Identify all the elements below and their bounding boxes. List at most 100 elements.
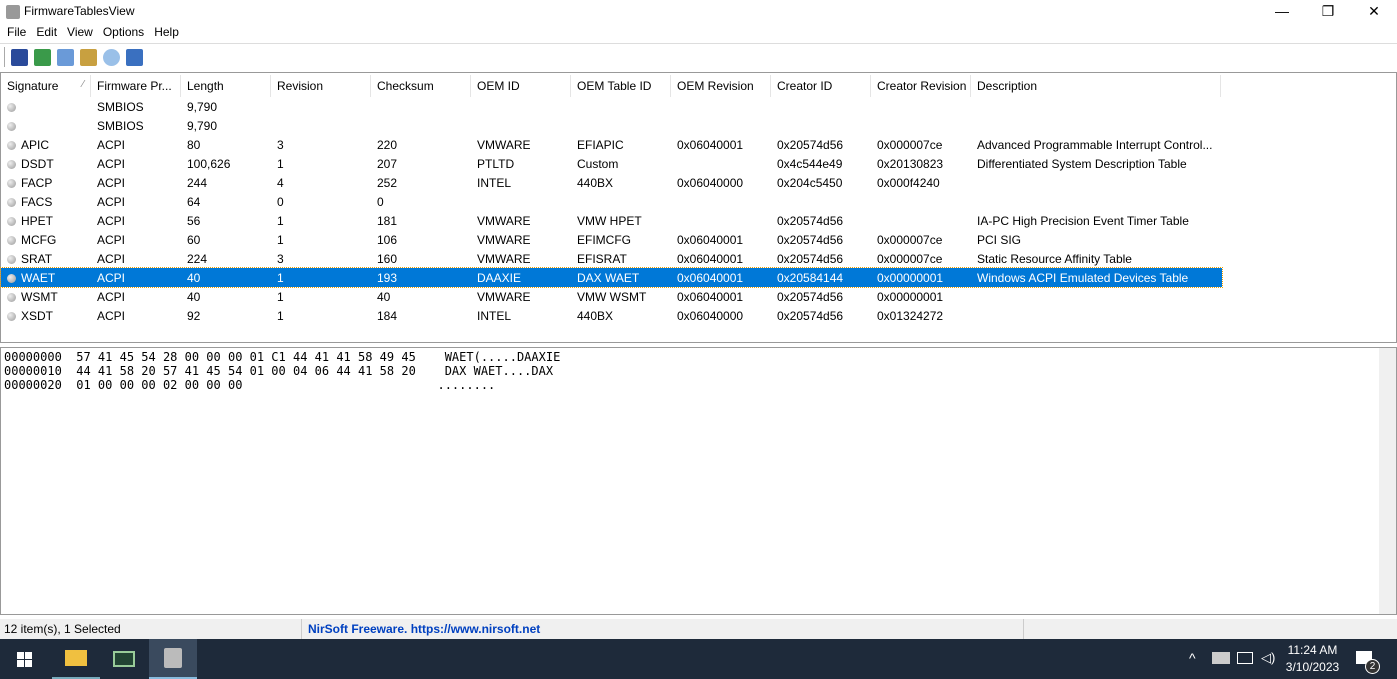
menu-view[interactable]: View: [62, 24, 98, 43]
cell-text: Windows ACPI Emulated Devices Table: [977, 271, 1189, 285]
table-cell: 0x20574d56: [771, 135, 871, 154]
menu-help[interactable]: Help: [149, 24, 184, 43]
cell-text: 0x06040001: [677, 252, 744, 266]
find-icon[interactable]: [103, 48, 120, 66]
table-cell: ACPI: [91, 211, 181, 230]
toolbar-separator: [4, 47, 5, 67]
cell-text: VMWARE: [477, 138, 531, 152]
table-cell: [971, 116, 1221, 135]
table-cell: 0x06040001: [671, 135, 771, 154]
network-icon[interactable]: [1237, 652, 1253, 664]
column-header[interactable]: Length: [181, 75, 271, 97]
tables-list[interactable]: Signature ⁄ Firmware Pr... Length Revision Ch…: [0, 72, 1397, 343]
copy-icon[interactable]: [57, 48, 74, 66]
column-header[interactable]: OEM Revision: [671, 75, 771, 97]
table-row[interactable]: SMBIOS 9,790: [1, 116, 1222, 135]
cell-text: VMW HPET: [577, 214, 642, 228]
cell-text: 193: [377, 271, 398, 285]
column-header[interactable]: Description: [971, 75, 1221, 97]
column-header[interactable]: Creator Revision: [871, 75, 971, 97]
table-row[interactable]: WSMT ACPI 40 1 40 VMWARE VMW WSMT 0x06040001 0x2…: [1, 287, 1222, 306]
maximize-button[interactable]: ❐: [1305, 0, 1351, 24]
start-button[interactable]: [0, 639, 48, 679]
cell-text: 0x00000001: [877, 271, 944, 285]
table-cell: DAAXIE: [471, 268, 571, 287]
cell-text: 0x20574d56: [777, 233, 844, 247]
table-cell: 0x06040000: [671, 306, 771, 325]
close-button[interactable]: ✕: [1351, 0, 1397, 24]
table-cell: 0x01324272: [871, 306, 971, 325]
firmwaretablesview-taskbar-button[interactable]: [149, 639, 197, 679]
file-explorer-button[interactable]: [52, 639, 100, 679]
cell-text: ACPI: [97, 252, 126, 266]
table-cell: VMW WSMT: [571, 287, 671, 306]
table-cell: Custom: [571, 154, 671, 173]
table-cell: [571, 116, 671, 135]
save-icon[interactable]: [11, 48, 28, 66]
column-header[interactable]: Firmware Pr...: [91, 75, 181, 97]
show-hidden-icons-chevron[interactable]: ^: [1189, 650, 1196, 666]
column-header-label: OEM Table ID: [577, 79, 652, 93]
refresh-icon[interactable]: [34, 48, 51, 66]
table-cell: 181: [371, 211, 471, 230]
cell-text: 0x20574d56: [777, 252, 844, 266]
table-row[interactable]: SMBIOS 9,790: [1, 97, 1222, 116]
column-header[interactable]: Creator ID: [771, 75, 871, 97]
column-header[interactable]: OEM Table ID: [571, 75, 671, 97]
table-cell: 0x00000001: [871, 287, 971, 306]
table-cell: 100,626: [181, 154, 271, 173]
date: 3/10/2023: [1285, 660, 1340, 674]
cell-text: VMWARE: [477, 252, 531, 266]
cell-text: SMBIOS: [97, 100, 144, 114]
volume-icon[interactable]: ◁): [1261, 650, 1275, 666]
cell-text: 4: [277, 176, 284, 190]
table-row[interactable]: DSDT ACPI 100,626 1 207 PTLTD Custom 0x4c544e49…: [1, 154, 1222, 173]
table-cell: [771, 192, 871, 211]
cell-text: 9,790: [187, 119, 218, 133]
table-row[interactable]: WAET ACPI 40 1 193 DAAXIE DAX WAET 0x06040001 0x…: [0, 267, 1223, 288]
table-cell: 0x000007ce: [871, 230, 971, 249]
cell-text: ACPI: [97, 176, 126, 190]
column-header-label: Firmware Pr...: [97, 79, 172, 93]
column-header[interactable]: Revision: [271, 75, 371, 97]
table-row[interactable]: HPET ACPI 56 1 181 VMWARE VMW HPET 0x20574d56 IA…: [1, 211, 1222, 230]
cell-text: 92: [187, 309, 201, 323]
menu-file[interactable]: File: [2, 24, 31, 43]
cell-text: 60: [187, 233, 201, 247]
table-row[interactable]: FACS ACPI 64 0 0: [1, 192, 1222, 211]
table-cell: WSMT: [1, 287, 91, 306]
table-row[interactable]: MCFG ACPI 60 1 106 VMWARE EFIMCFG 0x06040001 0x2…: [1, 230, 1222, 249]
cell-text: MCFG: [21, 233, 57, 247]
table-row[interactable]: APIC ACPI 80 3 220 VMWARE EFIAPIC 0x06040001 0x2…: [1, 135, 1222, 154]
table-row[interactable]: SRAT ACPI 224 3 160 VMWARE EFISRAT 0x06040001 0x…: [1, 249, 1222, 268]
time: 11:24 AM: [1287, 643, 1338, 657]
minimize-button[interactable]: —: [1259, 0, 1305, 24]
column-header[interactable]: Signature ⁄: [1, 75, 91, 97]
table-row[interactable]: FACP ACPI 244 4 252 INTEL 440BX 0x06040000 0x204…: [1, 173, 1222, 192]
column-header[interactable]: OEM ID: [471, 75, 571, 97]
hex-dump-panel[interactable]: 00000000 57 41 45 54 28 00 00 00 01 C1 4…: [0, 347, 1397, 615]
column-header[interactable]: Checksum: [371, 75, 471, 97]
properties-icon[interactable]: [80, 48, 97, 66]
exit-icon[interactable]: [126, 48, 143, 66]
table-cell: [671, 211, 771, 230]
cell-text: Static Resource Affinity Table: [977, 252, 1132, 266]
column-header-label: Description: [977, 79, 1038, 93]
column-header-label: Creator ID: [777, 79, 833, 93]
table-cell: DSDT: [1, 154, 91, 173]
cell-text: 440BX: [577, 309, 614, 323]
cell-text: 0x20574d56: [777, 138, 844, 152]
row-status-icon: [7, 293, 16, 302]
vertical-scrollbar[interactable]: [1379, 348, 1396, 614]
cell-text: ACPI: [97, 271, 126, 285]
nirsoft-link[interactable]: NirSoft Freeware. https://www.nirsoft.ne…: [302, 619, 1024, 639]
cell-text: 440BX: [577, 176, 614, 190]
table-cell: [771, 97, 871, 116]
network-error-icon[interactable]: [1212, 652, 1230, 664]
menu-edit[interactable]: Edit: [31, 24, 62, 43]
table-row[interactable]: XSDT ACPI 92 1 184 INTEL 440BX 0x06040000 0x2057…: [1, 306, 1222, 325]
table-cell: 184: [371, 306, 471, 325]
task-manager-button[interactable]: [100, 639, 148, 679]
clock[interactable]: 11:24 AM 3/10/2023: [1280, 642, 1345, 676]
menu-options[interactable]: Options: [98, 24, 149, 43]
